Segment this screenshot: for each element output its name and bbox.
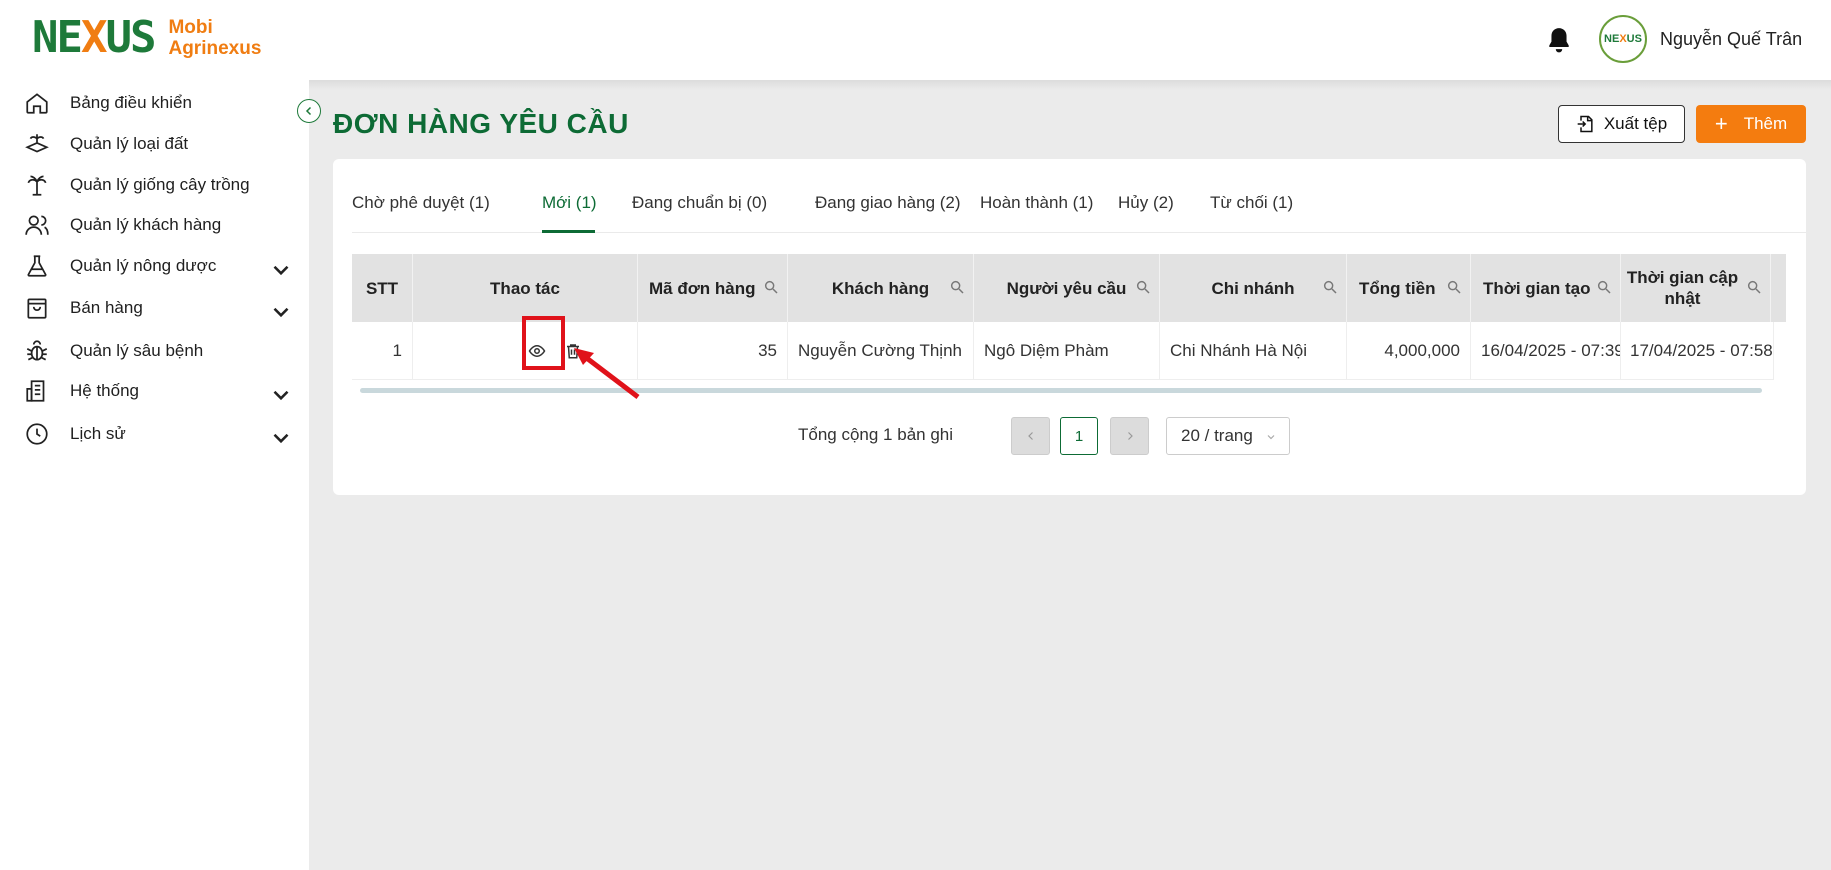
plus-icon: + — [1714, 111, 1728, 136]
chevron-down-icon — [273, 433, 289, 444]
sidebar-item-label: Quản lý sâu bệnh — [70, 341, 204, 360]
bell-icon[interactable] — [1546, 26, 1572, 54]
sidebar-item-label: Bán hàng — [70, 298, 143, 317]
sidebar-item-label: Hệ thống — [70, 381, 139, 400]
pagination-total: Tổng cộng 1 bản ghi — [798, 425, 954, 444]
chevron-down-icon — [1267, 435, 1275, 440]
chevron-down-icon — [273, 307, 289, 318]
tab-preparing[interactable]: Đang chuẩn bị (0) — [632, 193, 767, 213]
file-export-icon — [1577, 115, 1593, 133]
cell-updated-at: 17/04/2025 - 07:58 — [1621, 322, 1774, 380]
column-header-requester: Người yêu cầu — [974, 254, 1160, 322]
status-tabs: Chờ phê duyệt (1) Mới (1) Đang chuẩn bị … — [352, 159, 1806, 233]
column-header-stt: STT — [352, 254, 413, 322]
sidebar-item-label: Bảng điều khiển — [70, 93, 192, 112]
nexus-logo[interactable]: NEXUS Mobi Agrinexus — [32, 12, 261, 63]
sidebar-item-sales[interactable]: Bán hàng — [24, 289, 294, 327]
tab-rejected[interactable]: Từ chối (1) — [1210, 193, 1293, 213]
flask-icon — [27, 255, 47, 277]
soil-icon — [25, 134, 49, 153]
sidebar-item-pesticides[interactable]: Quản lý nông dược — [24, 247, 294, 285]
tab-completed[interactable]: Hoàn thành (1) — [980, 193, 1093, 213]
sidebar-item-history[interactable]: Lịch sử — [24, 415, 294, 453]
search-icon[interactable] — [763, 279, 779, 295]
shopping-bag-icon — [27, 298, 47, 319]
cell-order-code: 35 — [638, 322, 788, 380]
column-header-actions: Thao tác — [413, 254, 638, 322]
sidebar-item-system[interactable]: Hệ thống — [24, 372, 294, 410]
top-header: NEXUS Mobi Agrinexus NE X US Nguyễn Quế Tr… — [0, 0, 1831, 80]
search-icon[interactable] — [1322, 279, 1338, 295]
avatar[interactable]: NE X US — [1599, 15, 1647, 63]
cell-created-at: 16/04/2025 - 07:39 — [1471, 322, 1621, 380]
column-header-created-at: Thời gian tạo — [1471, 254, 1621, 322]
export-label: Xuất tệp — [1603, 114, 1668, 133]
page-number-button[interactable]: 1 — [1060, 417, 1098, 455]
brand-name: Mobi Agrinexus — [168, 17, 261, 59]
tab-new[interactable]: Mới (1) — [542, 193, 597, 213]
tab-cancelled[interactable]: Hủy (2) — [1118, 193, 1174, 213]
cell-total: 4,000,000 — [1347, 322, 1471, 380]
clock-icon — [26, 423, 48, 445]
column-header-total: Tổng tiền — [1347, 254, 1471, 322]
export-button[interactable]: Xuất tệp — [1558, 105, 1685, 143]
page-size-value: 20 / trang — [1181, 426, 1253, 445]
cell-stt: 1 — [352, 322, 413, 380]
search-icon[interactable] — [1596, 279, 1612, 295]
cell-requester: Ngô Diệm Phàm — [974, 322, 1160, 380]
next-page-button[interactable] — [1110, 417, 1149, 455]
sidebar-item-label: Quản lý giống cây trồng — [70, 175, 250, 194]
sidebar-item-customers[interactable]: Quản lý khách hàng — [24, 206, 294, 244]
sidebar-item-label: Lịch sử — [70, 424, 126, 443]
add-button[interactable]: + Thêm — [1696, 105, 1806, 143]
tab-delivering[interactable]: Đang giao hàng (2) — [815, 193, 961, 213]
sidebar-item-label: Quản lý loại đất — [70, 134, 189, 153]
highlight-box — [522, 316, 565, 370]
annotation-arrow — [574, 348, 640, 399]
bug-icon — [26, 340, 48, 361]
add-label: Thêm — [1743, 114, 1788, 133]
tab-pending-approval[interactable]: Chờ phê duyệt (1) — [352, 193, 490, 213]
chevron-down-icon — [273, 390, 289, 401]
chevron-left-icon — [305, 106, 312, 116]
page-size-select[interactable]: 20 / trang — [1166, 417, 1290, 455]
table-header: STT Thao tác Mã đơn hàng Khách hàng Ngườ… — [352, 254, 1786, 322]
column-header-customer: Khách hàng — [788, 254, 974, 322]
chevron-left-icon — [1027, 432, 1033, 440]
sidebar-item-soil[interactable]: Quản lý loại đất — [24, 125, 294, 163]
column-header-order-code: Mã đơn hàng — [638, 254, 788, 322]
search-icon[interactable] — [1446, 279, 1462, 295]
cell-branch: Chi Nhánh Hà Nội — [1160, 322, 1347, 380]
building-icon — [26, 380, 45, 402]
chevron-right-icon — [1127, 432, 1133, 440]
user-name[interactable]: Nguyễn Quế Trân — [1660, 29, 1802, 50]
search-icon[interactable] — [1746, 279, 1762, 295]
main-content: ĐƠN HÀNG YÊU CẦU Xuất tệp + Thêm Chờ phê… — [309, 80, 1831, 870]
column-header-updated-at: Thời gian cập nhật — [1621, 254, 1771, 322]
cell-customer: Nguyễn Cường Thịnh — [788, 322, 974, 380]
sidebar-item-label: Quản lý nông dược — [70, 256, 217, 275]
home-icon — [26, 93, 48, 114]
page-title: ĐƠN HÀNG YÊU CẦU — [333, 108, 629, 139]
users-icon — [25, 215, 49, 235]
brand-line-1: Mobi — [168, 16, 213, 38]
sidebar-item-pests[interactable]: Quản lý sâu bệnh — [24, 332, 294, 370]
sidebar-item-dashboard[interactable]: Bảng điều khiển — [24, 84, 294, 122]
brand-line-2: Agrinexus — [168, 37, 262, 59]
column-header-branch: Chi nhánh — [1160, 254, 1347, 322]
palm-tree-icon — [27, 175, 47, 196]
sidebar-item-crops[interactable]: Quản lý giống cây trồng — [24, 166, 294, 204]
sidebar: Bảng điều khiển Quản lý loại đất Quản lý… — [0, 80, 309, 870]
search-icon[interactable] — [949, 279, 965, 295]
sidebar-collapse-button[interactable] — [297, 99, 321, 123]
table-row[interactable]: 1 35 Nguyễn Cường Thịnh Ngô Diệm Phàm Ch… — [352, 322, 1774, 380]
prev-page-button[interactable] — [1011, 417, 1050, 455]
logo-mark: NEXUS — [32, 12, 156, 63]
chevron-down-icon — [273, 265, 289, 276]
active-tab-indicator — [542, 230, 595, 233]
search-icon[interactable] — [1135, 279, 1151, 295]
sidebar-item-label: Quản lý khách hàng — [70, 215, 222, 234]
